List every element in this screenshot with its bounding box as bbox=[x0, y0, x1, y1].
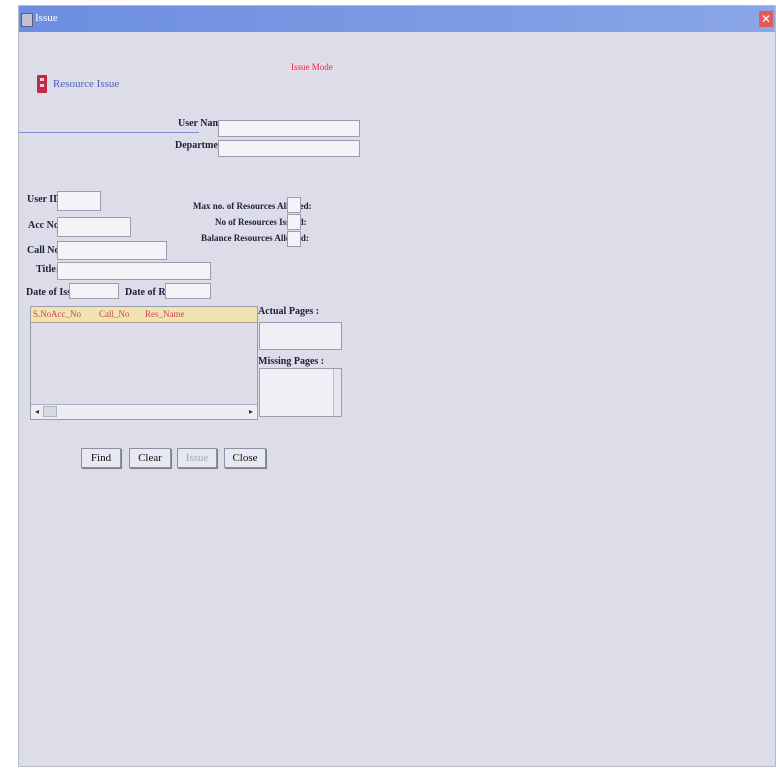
grid-column-header: Call_No bbox=[99, 309, 130, 319]
actual-pages-field[interactable] bbox=[259, 322, 342, 350]
grid-column-header: S.No bbox=[33, 309, 52, 319]
missing-pages-field[interactable] bbox=[259, 368, 342, 417]
scroll-right-icon[interactable]: ▸ bbox=[246, 406, 256, 417]
window-title: Issue bbox=[35, 12, 58, 24]
balance-field bbox=[287, 231, 301, 247]
grid-header: S.No Acc_No Call_No Res_Name bbox=[31, 307, 257, 323]
find-button[interactable]: Find bbox=[81, 448, 121, 468]
title-label: Title: bbox=[36, 264, 60, 275]
missing-pages-label: Missing Pages : bbox=[258, 356, 325, 367]
scroll-left-icon[interactable]: ◂ bbox=[32, 406, 42, 417]
date-of-issue-field[interactable] bbox=[69, 283, 119, 299]
section-divider bbox=[19, 132, 199, 133]
department-field[interactable] bbox=[218, 140, 360, 157]
user-name-field[interactable] bbox=[218, 120, 360, 137]
max-allowed-field bbox=[287, 197, 301, 213]
title-field[interactable] bbox=[57, 262, 211, 280]
issued-field bbox=[287, 214, 301, 230]
actual-pages-label: Actual Pages : bbox=[258, 306, 320, 317]
user-id-field[interactable] bbox=[57, 191, 101, 211]
issue-window: Issue ✕ Resource Issue Issue Mode User N… bbox=[18, 5, 776, 767]
close-button[interactable]: Close bbox=[224, 448, 266, 468]
horizontal-scrollbar[interactable]: ◂ ▸ bbox=[31, 404, 257, 419]
call-no-field[interactable] bbox=[57, 241, 167, 260]
scroll-thumb[interactable] bbox=[43, 406, 57, 417]
acc-no-field[interactable] bbox=[57, 217, 131, 237]
form-title: Resource Issue bbox=[53, 78, 120, 90]
mode-label: Issue Mode bbox=[287, 62, 337, 72]
grid-column-header: Res_Name bbox=[145, 309, 185, 319]
app-icon bbox=[21, 13, 33, 27]
issue-grid[interactable]: S.No Acc_No Call_No Res_Name ◂ ▸ bbox=[30, 306, 258, 420]
issue-button[interactable]: Issue bbox=[177, 448, 217, 468]
resource-icon bbox=[37, 75, 47, 93]
date-of-return-field[interactable] bbox=[165, 283, 211, 299]
clear-button[interactable]: Clear bbox=[129, 448, 171, 468]
close-window-icon[interactable]: ✕ bbox=[759, 11, 773, 27]
missing-pages-scrollbar[interactable] bbox=[333, 369, 341, 416]
title-bar: Issue ✕ bbox=[19, 6, 775, 32]
grid-column-header: Acc_No bbox=[51, 309, 81, 319]
